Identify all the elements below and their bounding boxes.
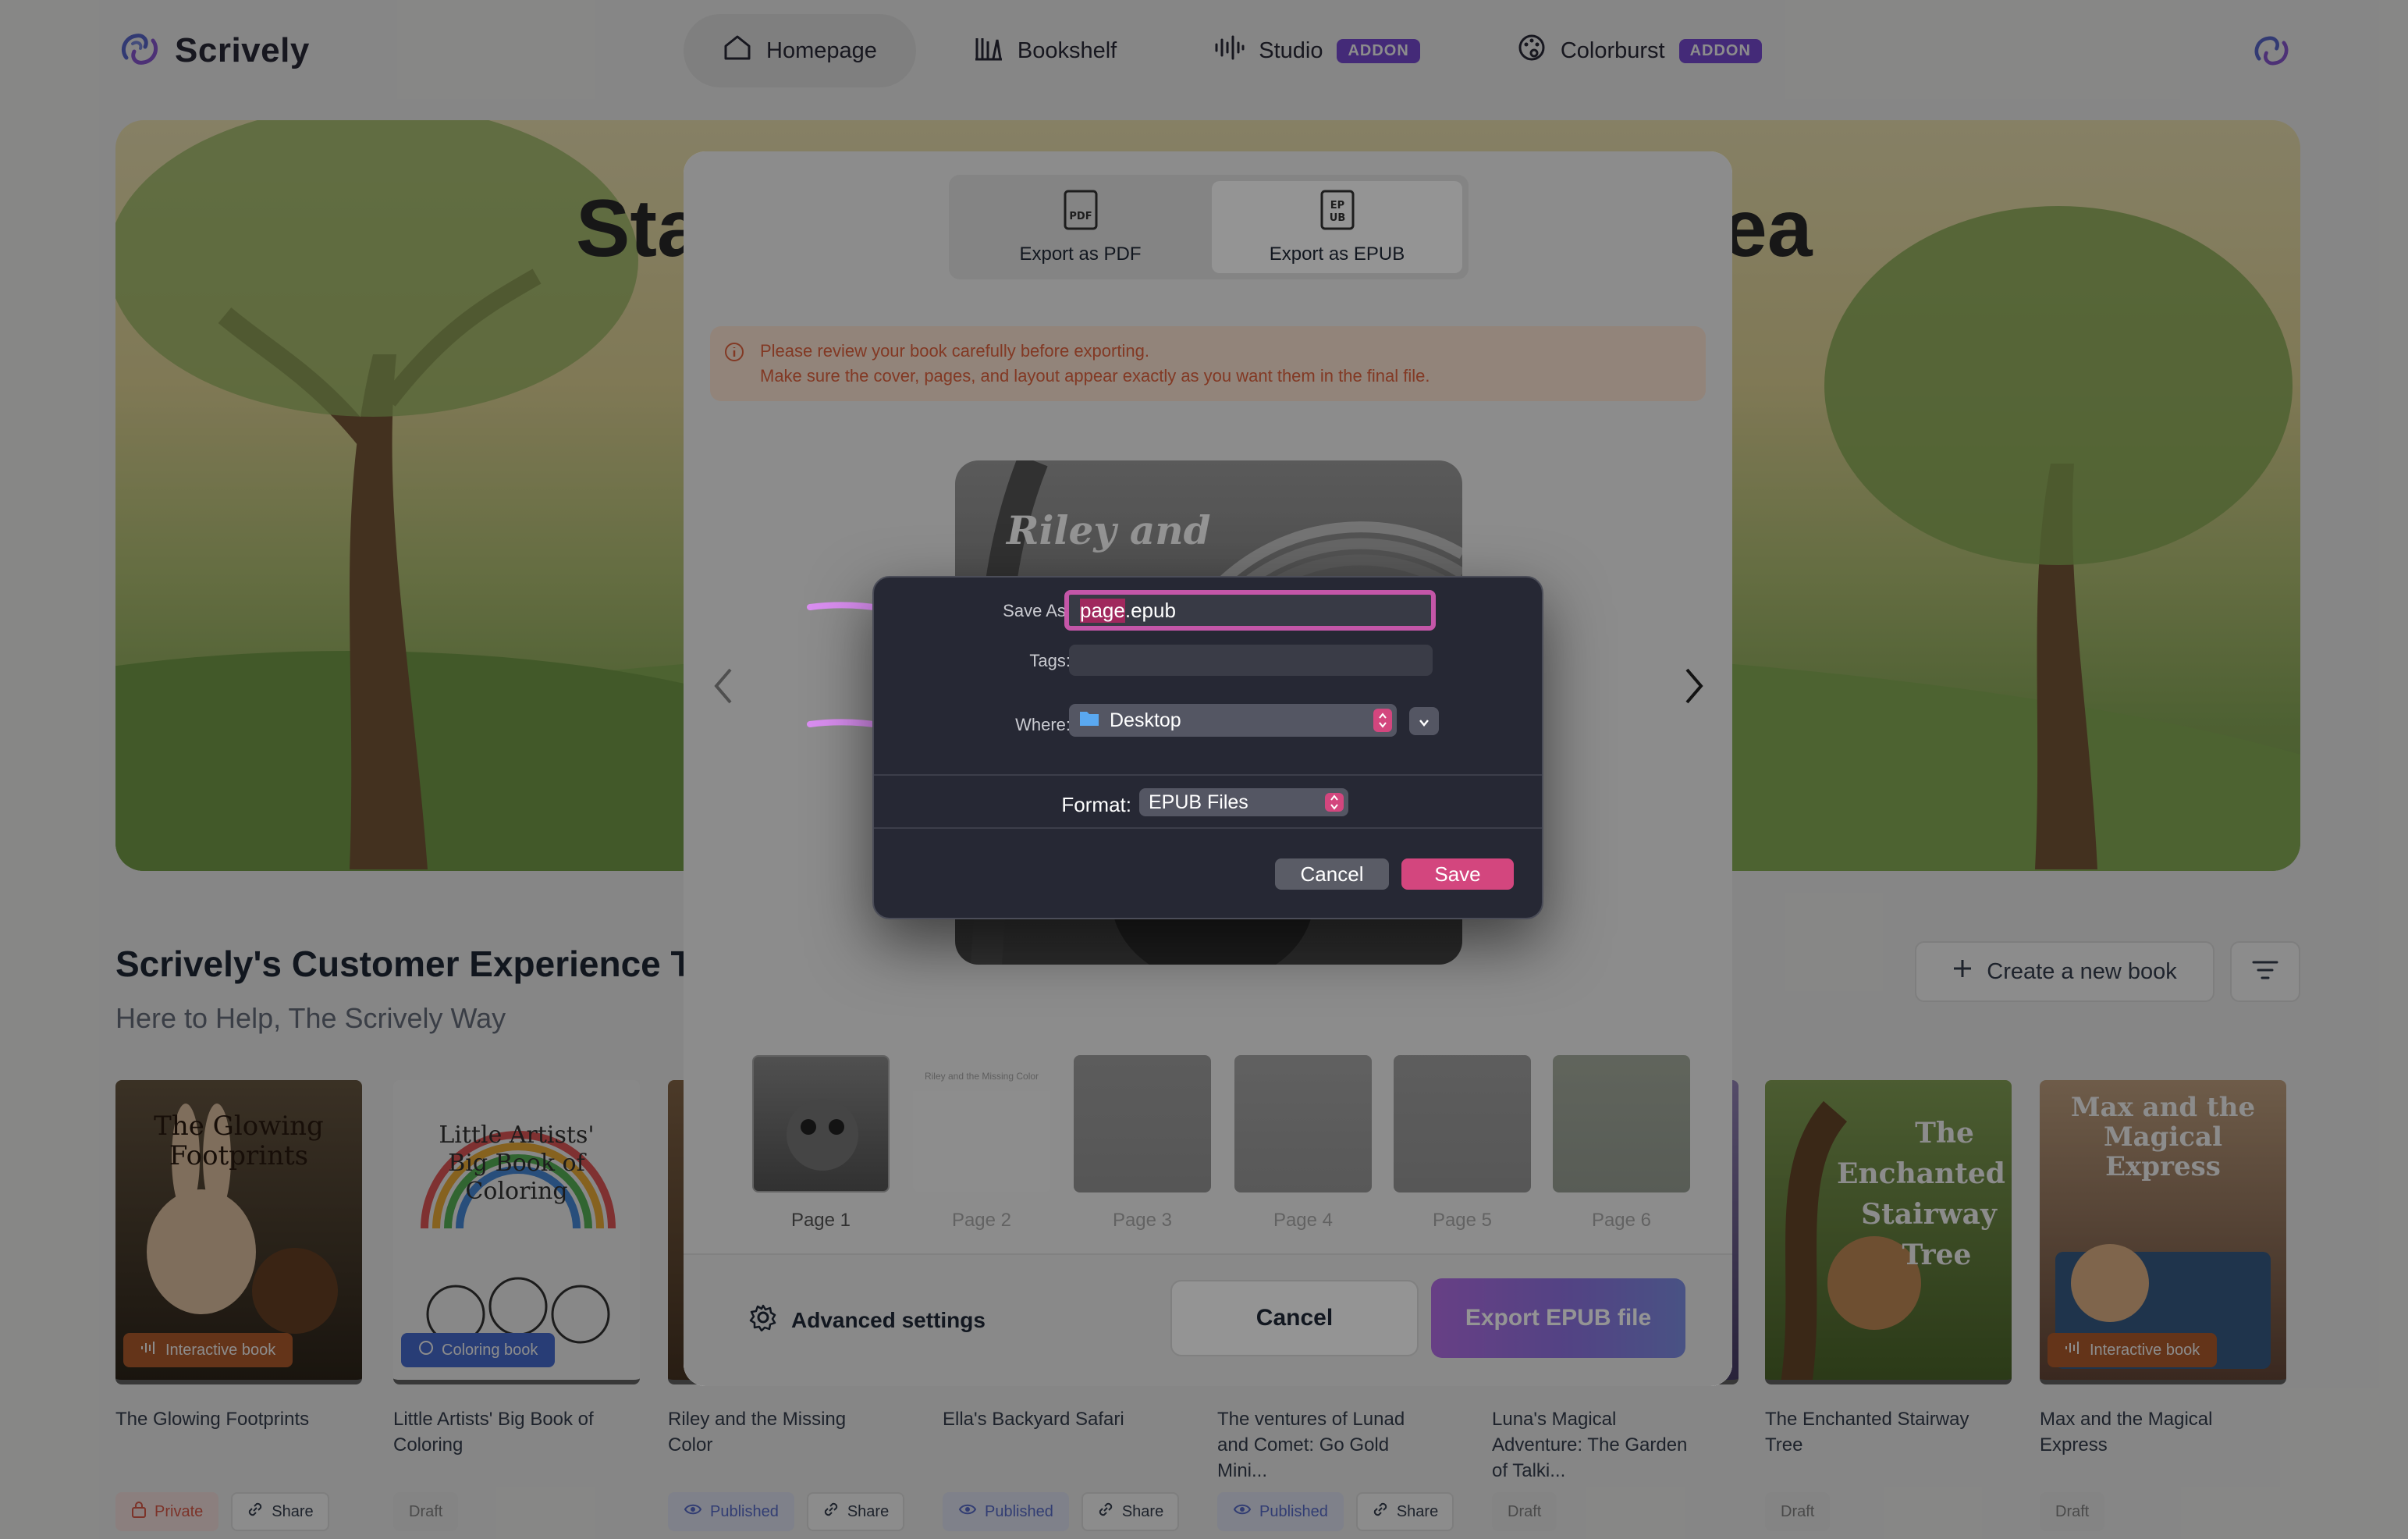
updown-arrows-icon [1373, 709, 1392, 732]
dialog-save-button[interactable]: Save [1401, 858, 1514, 890]
dialog-cancel-button[interactable]: Cancel [1275, 858, 1389, 890]
dialog-divider [874, 774, 1542, 776]
save-file-dialog: Save As: page .epub Tags: Where: Desktop … [872, 576, 1543, 919]
chevron-down-icon [1418, 710, 1430, 733]
format-value: EPUB Files [1149, 791, 1248, 813]
format-select[interactable]: EPUB Files [1139, 788, 1348, 816]
save-as-label: Save As: [1003, 601, 1071, 620]
format-label: Format: [1061, 793, 1131, 816]
location-select[interactable]: Desktop [1069, 704, 1397, 737]
updown-arrows-icon [1325, 793, 1344, 812]
tags-label: Tags: [1029, 651, 1071, 670]
expand-dialog-button[interactable] [1409, 707, 1439, 735]
filename-selected-text: page [1080, 598, 1125, 623]
filename-extension: .epub [1124, 598, 1176, 622]
tags-input[interactable] [1069, 645, 1433, 676]
where-label: Where: [1015, 715, 1071, 734]
folder-icon [1078, 709, 1100, 733]
location-value: Desktop [1110, 709, 1181, 731]
dialog-divider [874, 827, 1542, 829]
filename-input[interactable]: page .epub [1064, 590, 1436, 631]
